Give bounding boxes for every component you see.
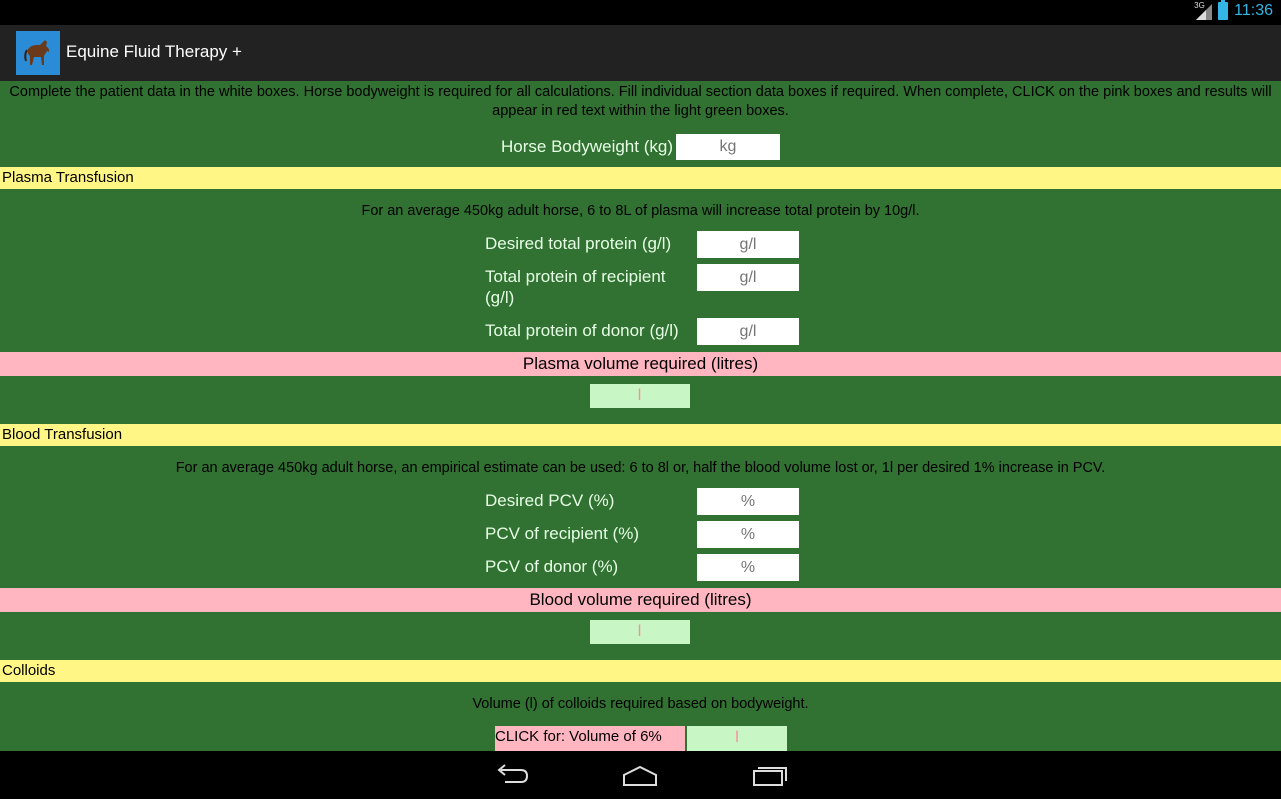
desired-pcv-label: Desired PCV (%) (485, 491, 615, 510)
colloids-calc-button[interactable]: CLICK for: Volume of 6% (495, 726, 685, 751)
donor-protein-label: Total protein of donor (g/l) (485, 321, 679, 340)
network-type: 3G (1194, 1, 1205, 10)
status-bar: 3G 11:36 (0, 0, 1281, 25)
plasma-result-box: l (589, 384, 690, 408)
colloids-result-box: l (687, 726, 787, 751)
desired-protein-label: Desired total protein (g/l) (485, 234, 672, 253)
recents-icon[interactable] (750, 761, 790, 789)
colloids-description: Volume (l) of colloids required based on… (472, 696, 809, 712)
colloids-section-header: Colloids (0, 660, 1281, 682)
clock: 11:36 (1234, 2, 1273, 19)
app-title: Equine Fluid Therapy + (66, 42, 242, 61)
donor-pcv-input[interactable] (697, 554, 799, 581)
blood-description: For an average 450kg adult horse, an emp… (175, 460, 1106, 476)
donor-protein-input[interactable] (697, 318, 799, 345)
main-content[interactable]: Complete the patient data in the white b… (0, 81, 1281, 751)
donor-pcv-label: PCV of donor (%) (485, 557, 619, 576)
plasma-result-row: l (0, 384, 1281, 408)
signal-icon: 3G (1194, 1, 1213, 20)
recipient-protein-input[interactable] (697, 264, 799, 291)
blood-calc-button[interactable]: Blood volume required (litres) (0, 588, 1281, 612)
desired-pcv-input[interactable] (697, 488, 799, 515)
plasma-description: For an average 450kg adult horse, 6 to 8… (361, 203, 920, 219)
plasma-form: Desired total protein (g/l) Total protei… (485, 231, 1281, 351)
recipient-pcv-label: PCV of recipient (%) (485, 524, 639, 543)
blood-result-box: l (589, 620, 690, 644)
plasma-field-row: Total protein of recipient (g/l) (485, 264, 1281, 318)
blood-field-row: PCV of donor (%) (485, 554, 1281, 587)
colloids-row: CLICK for: Volume of 6% l (495, 726, 1281, 751)
recipient-pcv-input[interactable] (697, 521, 799, 548)
blood-field-row: Desired PCV (%) (485, 488, 1281, 521)
back-icon[interactable] (493, 761, 533, 789)
bodyweight-label: Horse Bodyweight (kg) (501, 137, 673, 156)
plasma-field-row: Desired total protein (g/l) (485, 231, 1281, 264)
desired-protein-input[interactable] (697, 231, 799, 258)
horse-icon[interactable] (16, 31, 60, 75)
battery-icon (1218, 0, 1229, 20)
plasma-field-row: Total protein of donor (g/l) (485, 318, 1281, 351)
bodyweight-input[interactable] (675, 134, 780, 160)
blood-form: Desired PCV (%) PCV of recipient (%) PCV… (485, 488, 1281, 587)
status-icons: 3G 11:36 (1194, 0, 1273, 20)
recipient-protein-label: Total protein of recipient (g/l) (485, 267, 666, 307)
blood-result-row: l (0, 620, 1281, 644)
navigation-bar (0, 751, 1281, 799)
plasma-section-header: Plasma Transfusion (0, 167, 1281, 189)
home-icon[interactable] (620, 761, 660, 789)
action-bar: Equine Fluid Therapy + (0, 25, 1281, 82)
blood-section-header: Blood Transfusion (0, 424, 1281, 446)
blood-field-row: PCV of recipient (%) (485, 521, 1281, 554)
plasma-calc-button[interactable]: Plasma volume required (litres) (0, 352, 1281, 376)
bodyweight-row: Horse Bodyweight (kg) (0, 134, 1281, 160)
intro-text: Complete the patient data in the white b… (9, 84, 1272, 119)
